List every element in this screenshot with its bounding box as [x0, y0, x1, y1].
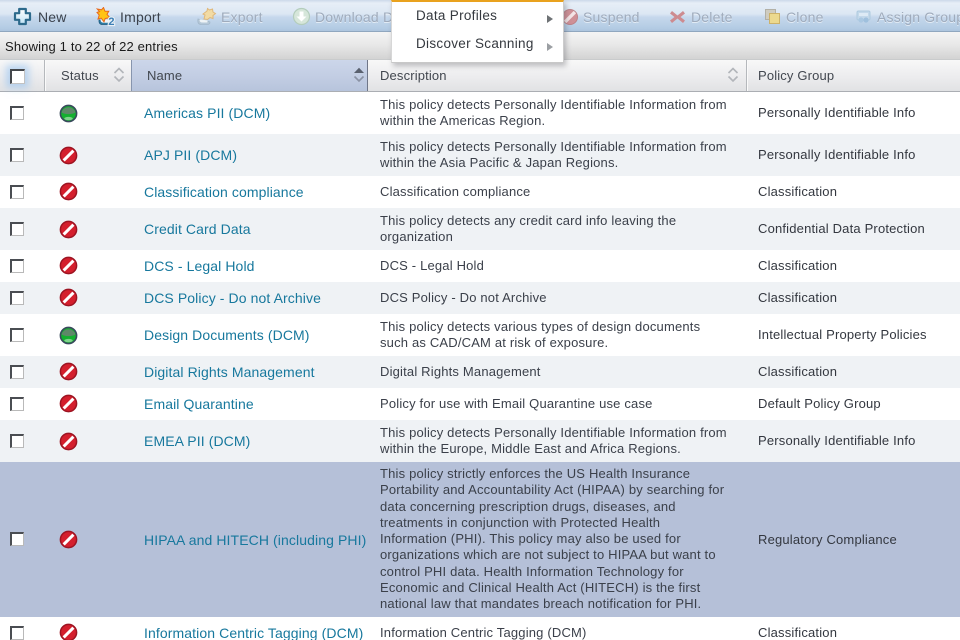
svg-text:2: 2	[108, 16, 114, 27]
